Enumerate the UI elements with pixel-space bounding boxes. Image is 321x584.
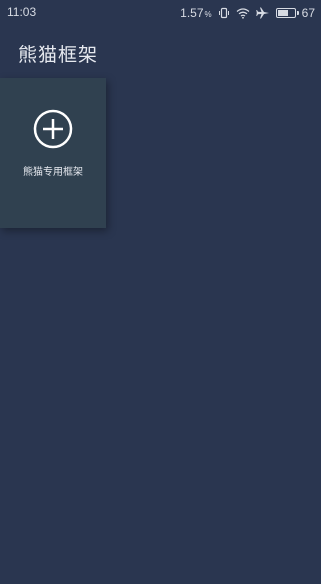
- card-label: 熊猫专用框架: [23, 167, 83, 178]
- wifi-icon: [236, 7, 250, 19]
- add-framework-card[interactable]: [0, 78, 106, 228]
- network-speed-value: 1.57: [180, 6, 204, 20]
- battery-icon: [275, 8, 299, 18]
- battery-fill: [277, 10, 288, 16]
- status-time: 11:03: [7, 5, 37, 19]
- network-speed-unit: %: [204, 10, 212, 19]
- page-title: 熊猫框架: [18, 44, 99, 66]
- add-circle-icon[interactable]: [33, 109, 73, 149]
- network-speed: 1.57%: [180, 4, 211, 22]
- status-icons: 1.57% 67: [180, 4, 315, 22]
- battery-text: 67: [301, 6, 315, 20]
- airplane-icon: [255, 7, 270, 19]
- vibrate-icon: [218, 7, 230, 19]
- status-bar: 11:03 1.57% 67: [0, 0, 321, 24]
